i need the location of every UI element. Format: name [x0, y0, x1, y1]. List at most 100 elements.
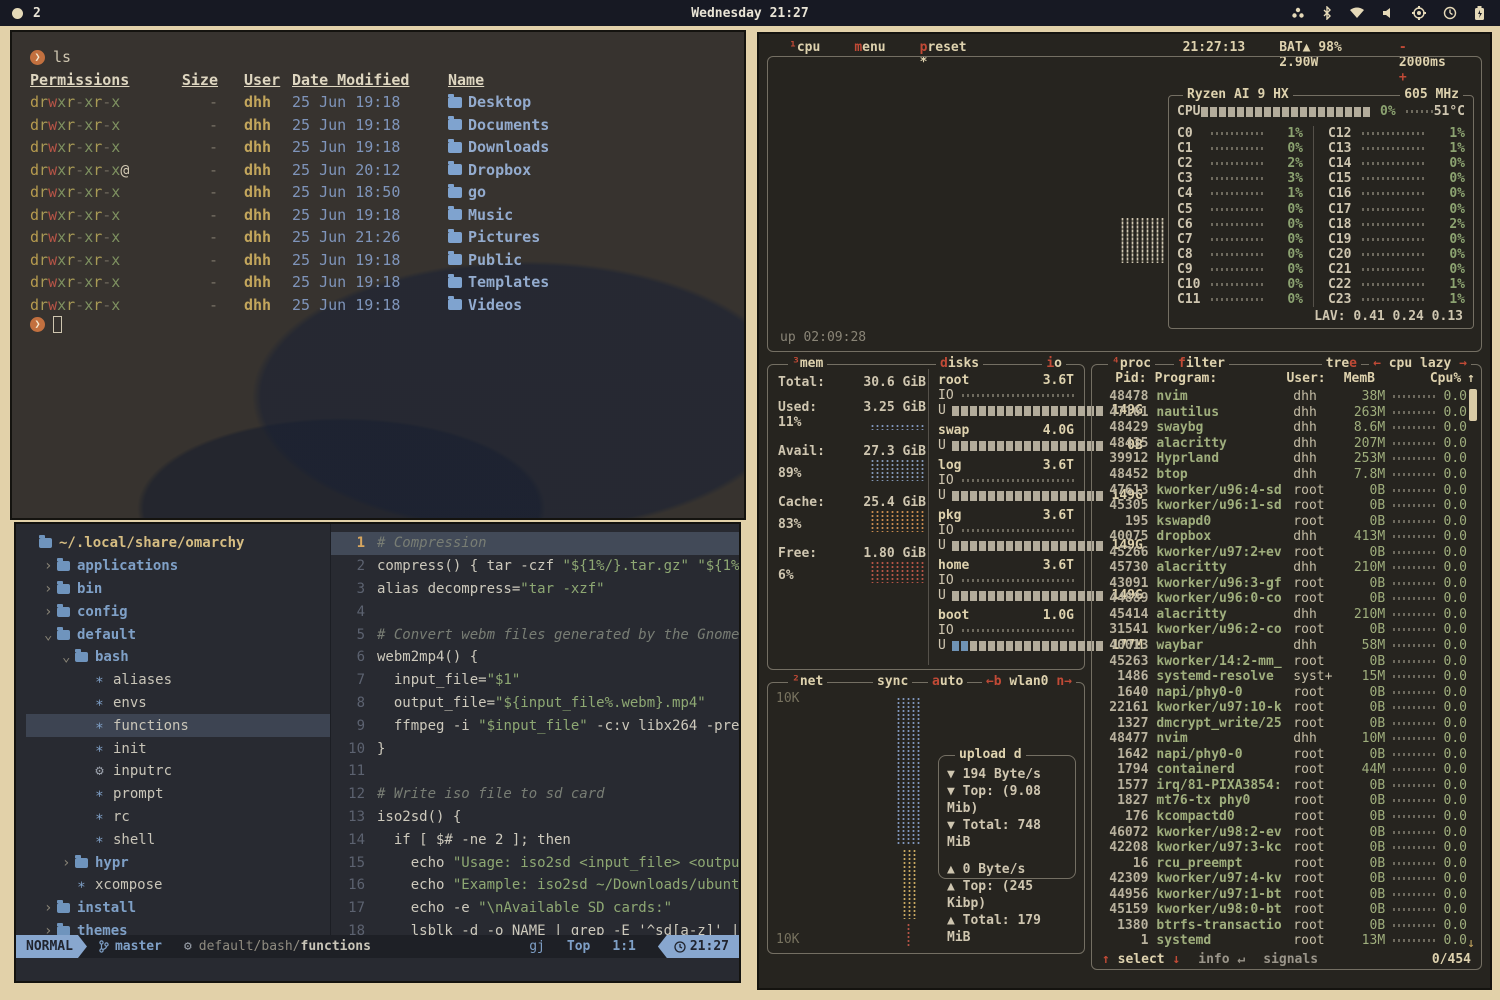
code-line-2[interactable]: 2compress() { tar -czf "${1%/}.tar.gz" "… [331, 555, 739, 578]
tree-item-init[interactable]: ∗init [26, 737, 330, 760]
tree-item-themes[interactable]: › themes [26, 920, 330, 935]
code-line-10[interactable]: 10} [331, 737, 739, 760]
process-row-31541[interactable]: 31541kworker/u96:2-coroot 0B0.0 [1098, 622, 1467, 638]
editor-panel[interactable]: 1# Compression 2compress() { tar -czf "$… [330, 524, 739, 935]
process-row-45305[interactable]: 45305kworker/u96:1-sdroot 0B0.0 [1098, 498, 1467, 514]
tree-item-functions[interactable]: ∗functions [26, 714, 330, 737]
scroll-down-arrow[interactable]: ↓ [1467, 936, 1475, 951]
code-line-7[interactable]: 7 input_file="$1" [331, 669, 739, 692]
process-row-46072[interactable]: 46072kworker/u98:2-evroot 0B0.0 [1098, 824, 1467, 840]
process-row-16[interactable]: 16rcu_preemptroot 0B0.0 [1098, 855, 1467, 871]
process-row-48435[interactable]: 48435alacrittydhh 207M0.0 [1098, 436, 1467, 452]
updates-icon[interactable] [1291, 6, 1305, 20]
tree-item-xcompose[interactable]: ∗xcompose [26, 874, 330, 897]
net-sync-toggle[interactable]: sync [873, 674, 912, 689]
process-row-45730[interactable]: 45730alacrittydhh 210M0.0 [1098, 560, 1467, 576]
net-auto-toggle[interactable]: auto [928, 674, 967, 689]
process-row-40075[interactable]: 40075dropboxdhh 413M0.0 [1098, 529, 1467, 545]
info-hint[interactable]: info ↵ [1198, 952, 1245, 967]
signals-hint[interactable]: signals [1263, 952, 1318, 967]
proc-tree-toggle[interactable]: tree [1322, 356, 1361, 371]
neovim-window[interactable]: ~/.local/share/omarchy › applications › … [14, 522, 741, 983]
process-row-40013[interactable]: 40013waybardhh 58M0.0 [1098, 638, 1467, 654]
disks-title[interactable]: disks [936, 356, 983, 371]
process-row-44956[interactable]: 44956kworker/u97:1-btroot 0B0.0 [1098, 887, 1467, 903]
code-line-17[interactable]: 17 echo -e "\nAvailable SD cards:" [331, 897, 739, 920]
process-row-43091[interactable]: 43091kworker/u96:3-gfroot 0B0.0 [1098, 576, 1467, 592]
tree-item-bin[interactable]: › bin [26, 578, 330, 601]
battery-icon[interactable] [1474, 6, 1486, 21]
clock[interactable]: Wednesday 21:27 [0, 6, 1500, 21]
code-line-9[interactable]: 9 ffmpeg -i "$input_file" -c:v libx264 -… [331, 714, 739, 737]
process-row-195[interactable]: 195kswapd0root 0B0.0 [1098, 513, 1467, 529]
process-row-176[interactable]: 176kcompactd0root 0B0.0 [1098, 809, 1467, 825]
tree-item-bash[interactable]: ⌄ bash [26, 646, 330, 669]
process-row-39912[interactable]: 39912Hyprlanddhh 253M0.0 [1098, 451, 1467, 467]
tree-item-hypr[interactable]: › hypr [26, 851, 330, 874]
code-line-14[interactable]: 14 if [ $# -ne 2 ]; then [331, 828, 739, 851]
process-row-1[interactable]: 1systemdroot 13M0.0 [1098, 933, 1467, 949]
process-row-45414[interactable]: 45414alacrittydhh 210M0.0 [1098, 607, 1467, 623]
code-line-12[interactable]: 12# Write iso file to sd card [331, 783, 739, 806]
process-row-1380[interactable]: 1380btrfs-transactioroot 0B0.0 [1098, 918, 1467, 934]
tree-item-install[interactable]: › install [26, 897, 330, 920]
process-row-44889[interactable]: 44889kworker/u96:0-coroot 0B0.0 [1098, 591, 1467, 607]
process-row-45159[interactable]: 45159kworker/u98:0-btroot 0B0.0 [1098, 902, 1467, 918]
tree-item-default[interactable]: ⌄ default [26, 623, 330, 646]
tree-item-envs[interactable]: ∗envs [26, 692, 330, 715]
process-row-47161[interactable]: 47161nautilusdhh 263M0.0 [1098, 405, 1467, 421]
process-row-48452[interactable]: 48452btopdhh 7.8M0.0 [1098, 467, 1467, 483]
process-row-1794[interactable]: 1794containerdroot 44M0.0 [1098, 762, 1467, 778]
tree-item-prompt[interactable]: ∗prompt [26, 783, 330, 806]
code-line-3[interactable]: 3alias decompress="tar -xzf" [331, 578, 739, 601]
proc-scrollbar[interactable] [1469, 389, 1477, 421]
tree-item-shell[interactable]: ∗shell [26, 828, 330, 851]
terminal-window-ls[interactable]: ❯ ls PermissionsSizeUserDate ModifiedNam… [10, 30, 746, 520]
process-row-48477[interactable]: 48477nvimdhh 10M0.0 [1098, 731, 1467, 747]
code-line-11[interactable]: 11 [331, 760, 739, 783]
process-row-22161[interactable]: 22161kworker/u97:10-kroot 0B0.0 [1098, 700, 1467, 716]
select-hint[interactable]: ↑ select ↓ [1102, 952, 1180, 967]
wifi-icon[interactable] [1349, 7, 1365, 19]
process-row-1642[interactable]: 1642napi/phy0-0root 0B0.0 [1098, 747, 1467, 763]
bluetooth-icon[interactable] [1322, 6, 1332, 20]
tree-item-rc[interactable]: ∗rc [26, 806, 330, 829]
proc-filter-button[interactable]: filter [1174, 356, 1229, 371]
process-row-1827[interactable]: 1827mt76-tx phy0root 0B0.0 [1098, 793, 1467, 809]
process-row-48429[interactable]: 48429swaybgdhh 8.6M0.0 [1098, 420, 1467, 436]
process-row-42208[interactable]: 42208kworker/u97:3-kcroot 0B0.0 [1098, 840, 1467, 856]
code-line-13[interactable]: 13iso2sd() { [331, 806, 739, 829]
io-mode-toggle[interactable]: io [1042, 356, 1066, 371]
code-line-4[interactable]: 4 [331, 600, 739, 623]
process-row-45263[interactable]: 45263kworker/14:2-mm_root 0B0.0 [1098, 653, 1467, 669]
process-row-45266[interactable]: 45266kworker/u97:2+evroot 0B0.0 [1098, 544, 1467, 560]
process-row-42309[interactable]: 42309kworker/u97:4-kvroot 0B0.0 [1098, 871, 1467, 887]
idle-inhibitor-icon[interactable] [1443, 6, 1457, 20]
tree-item-config[interactable]: › config [26, 600, 330, 623]
process-row-47613[interactable]: 47613kworker/u96:4-sdroot 0B0.0 [1098, 482, 1467, 498]
process-row-1640[interactable]: 1640napi/phy0-0root 0B0.0 [1098, 684, 1467, 700]
tree-item-aliases[interactable]: ∗aliases [26, 669, 330, 692]
process-row-1327[interactable]: 1327dmcrypt_write/25root 0B0.0 [1098, 715, 1467, 731]
btop-window[interactable]: ¹cpu menu preset * 21:27:13 BAT▲ 98% 2.9… [757, 32, 1492, 990]
code-line-1[interactable]: 1# Compression [331, 532, 739, 555]
tree-item-inputrc[interactable]: ⚙inputrc [26, 760, 330, 783]
process-row-48478[interactable]: 48478nvimdhh 38M0.0 [1098, 389, 1467, 405]
code-line-5[interactable]: 5# Convert webm files generated by the G… [331, 623, 739, 646]
code-line-6[interactable]: 6webm2mp4() { [331, 646, 739, 669]
volume-icon[interactable] [1382, 7, 1395, 19]
tree-item-applications[interactable]: › applications [26, 555, 330, 578]
code-line-18[interactable]: 18 lsblk -d -o NAME | grep -E '^sd[a-z]'… [331, 920, 739, 935]
process-row-1577[interactable]: 1577irq/81-PIXA3854:root 0B0.0 [1098, 778, 1467, 794]
git-branch[interactable]: master [99, 939, 162, 954]
net-interface-switcher[interactable]: ←b wlan0 n→ [982, 674, 1076, 689]
process-list[interactable]: 48478nvimdhh 38M0.0 47161nautilusdhh 263… [1098, 389, 1467, 949]
code-line-15[interactable]: 15 echo "Usage: iso2sd <input_file> <out… [331, 851, 739, 874]
proc-sort-switcher[interactable]: ← cpu lazy → [1369, 356, 1471, 371]
screen-record-icon[interactable] [1412, 6, 1426, 20]
code-line-16[interactable]: 16 echo "Example: iso2sd ~/Downloads/ubu… [331, 874, 739, 897]
tree-item-~/.local/share/omarchy[interactable]: ~/.local/share/omarchy [26, 532, 330, 555]
proc-header-row[interactable]: Pid: Program: User: MemB Cpu% ↑ [1098, 371, 1475, 386]
code-line-8[interactable]: 8 output_file="${input_file%.webm}.mp4" [331, 692, 739, 715]
process-row-1486[interactable]: 1486systemd-resolvesyst+ 15M0.0 [1098, 669, 1467, 685]
